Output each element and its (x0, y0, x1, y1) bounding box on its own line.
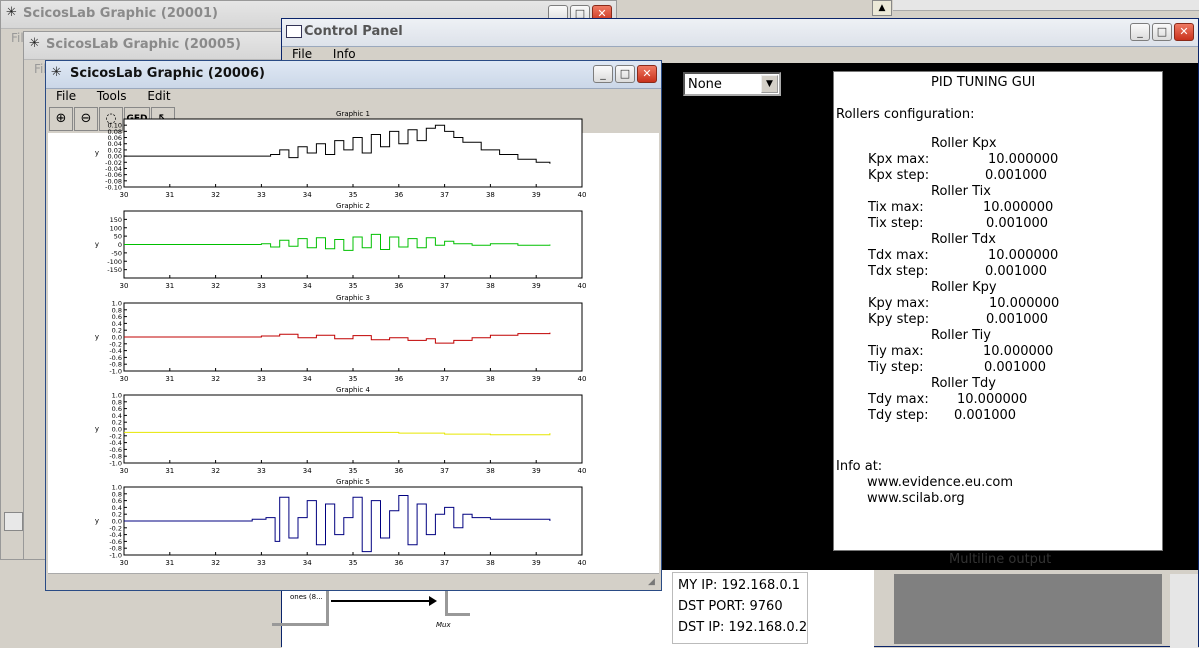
roller-max-label: Kpy max: (868, 296, 930, 311)
roller-step-value: 0.001000 (985, 264, 1048, 279)
roller-step-value: 0.001000 (985, 168, 1048, 183)
ged-button[interactable]: GED (124, 107, 150, 131)
roller-step-label: Tdx step: (868, 264, 929, 279)
roller-max-label: Tix max: (868, 200, 924, 215)
output-area (894, 574, 1162, 644)
pointer-icon[interactable]: ↖ (151, 107, 175, 131)
chevron-down-icon[interactable]: ▼ (761, 75, 778, 93)
minimize-button[interactable]: _ (1130, 23, 1150, 41)
close-button[interactable]: ✕ (637, 65, 657, 83)
roller-name: Roller Tdy (931, 376, 996, 391)
roller-step-label: Tix step: (868, 216, 924, 231)
mux-label: Mux (436, 621, 451, 629)
window-title: ScicosLab Graphic (20006) (70, 66, 265, 81)
dst-port-text: DST PORT: 9760 (678, 599, 783, 614)
pid-panel: PID TUNING GUI Rollers configuration: Ro… (833, 71, 1163, 551)
roller-max-value: 10.000000 (989, 296, 1060, 311)
link-arrow (331, 600, 431, 602)
plot-canvas[interactable] (48, 133, 659, 573)
scilab-logo-icon: ✳ (6, 5, 17, 20)
menu-info[interactable]: Info (333, 47, 356, 61)
my-ip-text: MY IP: 192.168.0.1 (678, 578, 801, 593)
title-bar[interactable]: Control Panel _ □ ✕ (282, 19, 1198, 47)
roller-step-label: Kpy step: (868, 312, 930, 327)
window-title: ScicosLab Graphic (20001) (23, 6, 218, 21)
roller-step-label: Tiy step: (868, 360, 924, 375)
maximize-button[interactable]: □ (615, 65, 635, 83)
roller-step-label: Kpx step: (868, 168, 930, 183)
zoom-in-icon[interactable]: ⊕ (49, 107, 73, 131)
status-bar (48, 573, 659, 590)
arrow-head-icon (429, 596, 437, 606)
roller-name: Roller Kpx (931, 136, 997, 151)
multiline-output-label: Multiline output (949, 552, 1052, 567)
block-label: ones (8... (290, 593, 323, 601)
menu-tools[interactable]: Tools (97, 89, 127, 103)
rollers-heading: Rollers configuration: (836, 107, 975, 122)
background-window-fragment (893, 0, 1199, 11)
link-evidence[interactable]: www.evidence.eu.com (867, 475, 1013, 490)
roller-name: Roller Kpy (931, 280, 997, 295)
dst-ip-text: DST IP: 192.168.0.2 (678, 620, 808, 635)
resize-grip-icon[interactable]: ◢ (648, 577, 659, 588)
network-info-panel: MY IP: 192.168.0.1 DST PORT: 9760 DST IP… (672, 572, 808, 644)
roller-max-value: 10.000000 (983, 344, 1054, 359)
menu-file[interactable]: Fil (11, 31, 24, 45)
info-heading: Info at: (836, 459, 883, 474)
toolbar: ⊕ ⊖ ◌ GED ↖ (49, 107, 175, 131)
scilab-logo-icon: ✳ (51, 65, 62, 80)
zoom-out-icon[interactable]: ⊖ (74, 107, 98, 131)
scilab-logo-icon: ✳ (29, 36, 40, 51)
graphic-window-20006[interactable]: ✳ ScicosLab Graphic (20006) _ □ ✕ File T… (45, 60, 662, 591)
roller-max-value: 10.000000 (988, 248, 1059, 263)
roller-name: Roller Tix (931, 184, 991, 199)
roller-step-value: 0.001000 (986, 312, 1049, 327)
title-bar[interactable]: ✳ ScicosLab Graphic (20006) _ □ ✕ (46, 61, 661, 89)
rotate-icon[interactable]: ◌ (99, 107, 123, 131)
menubar: File Tools Edit (47, 89, 660, 105)
dropdown-value: None (688, 77, 722, 92)
scroll-up-button[interactable]: ▲ (872, 0, 892, 16)
roller-max-value: 10.000000 (983, 200, 1054, 215)
status-box (4, 512, 23, 531)
minimize-button[interactable]: _ (593, 65, 613, 83)
window-title: Control Panel (304, 24, 403, 39)
roller-max-label: Kpx max: (868, 152, 930, 167)
mode-dropdown[interactable]: None ▼ (683, 72, 781, 96)
roller-step-value: 0.001000 (986, 216, 1049, 231)
roller-max-value: 10.000000 (957, 392, 1028, 407)
roller-max-value: 10.000000 (988, 152, 1059, 167)
java-window-icon (286, 25, 302, 38)
menu-file[interactable]: File (292, 47, 312, 61)
roller-step-value: 0.001000 (984, 360, 1047, 375)
roller-name: Roller Tdx (931, 232, 996, 247)
window-title: ScicosLab Graphic (20005) (46, 37, 241, 52)
roller-max-label: Tdy max: (868, 392, 929, 407)
side-strip (1170, 574, 1198, 648)
close-button[interactable]: ✕ (1174, 23, 1194, 41)
roller-max-label: Tdx max: (868, 248, 929, 263)
roller-step-label: Tdy step: (868, 408, 929, 423)
roller-step-value: 0.001000 (954, 408, 1017, 423)
menu-edit[interactable]: Edit (147, 89, 170, 103)
pid-title: PID TUNING GUI (931, 75, 1036, 90)
roller-name: Roller Tiy (931, 328, 991, 343)
roller-max-label: Tiy max: (868, 344, 924, 359)
menu-file[interactable]: File (56, 89, 76, 103)
link-scilab[interactable]: www.scilab.org (867, 491, 965, 506)
maximize-button[interactable]: □ (1152, 23, 1172, 41)
